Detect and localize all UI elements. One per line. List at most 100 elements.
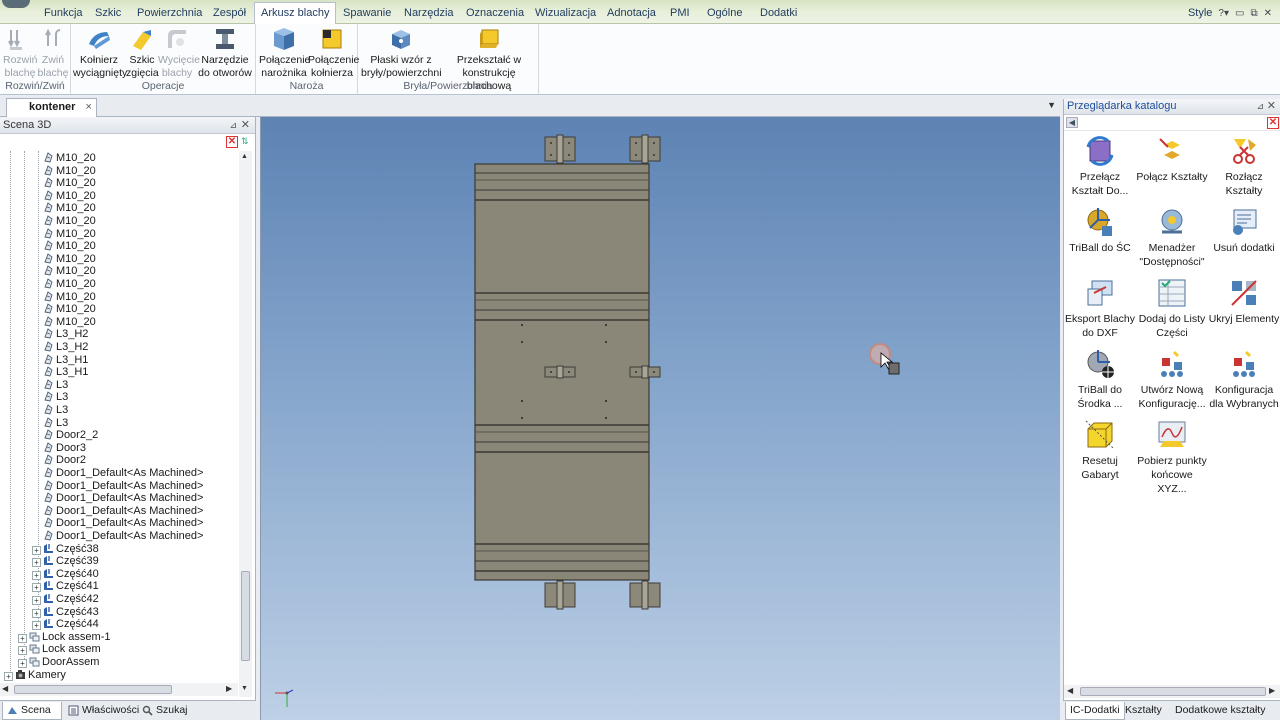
tree-item[interactable]: + Kamery <box>4 669 66 682</box>
pin-icon[interactable]: ⊿ <box>1256 99 1264 114</box>
catalog-horizontal-scrollbar[interactable]: ◀ ▶ <box>1064 685 1280 698</box>
tree-item[interactable]: Door3 <box>32 442 86 455</box>
tree-item[interactable]: + Część40 <box>32 568 99 581</box>
tree-item[interactable]: M10_20 <box>32 177 96 190</box>
tree-item[interactable]: Door1_Default<As Machined> <box>32 517 203 530</box>
expand-icon[interactable]: + <box>18 633 27 643</box>
tab-adnotacja[interactable]: Adnotacja <box>601 4 662 24</box>
scroll-down-icon[interactable]: ▼ <box>241 685 248 692</box>
tree-item[interactable]: M10_20 <box>32 265 96 278</box>
tree-item[interactable]: L3_H2 <box>32 328 88 341</box>
tree-item[interactable]: + Część39 <box>32 555 99 568</box>
tab-oznaczenia[interactable]: Oznaczenia <box>460 4 530 24</box>
tree-item[interactable]: Door1_Default<As Machined> <box>32 467 203 480</box>
tree-item[interactable]: + Część38 <box>32 543 99 556</box>
expand-icon[interactable]: + <box>32 545 41 555</box>
close-icon[interactable]: ✕ <box>1267 99 1276 114</box>
expand-icon[interactable]: + <box>32 621 41 631</box>
catalog-item-split-shapes[interactable]: Rozłącz Kształty <box>1208 135 1280 198</box>
tree-item[interactable]: L3_H1 <box>32 366 88 379</box>
scroll-left-icon[interactable]: ◀ <box>1067 686 1073 695</box>
catalog-item-switch-shape[interactable]: Przełącz Kształt Do... <box>1064 135 1136 198</box>
tab-ksztalty[interactable]: Kształty <box>1121 702 1166 720</box>
latch-right[interactable] <box>629 365 661 379</box>
unfold-button[interactable]: Rozwiń blachę <box>3 26 37 80</box>
latch-left[interactable] <box>544 365 576 379</box>
expand-icon[interactable]: + <box>18 646 27 656</box>
tree-item[interactable]: M10_20 <box>32 278 96 291</box>
restore-icon[interactable]: ⧉ <box>1250 8 1257 19</box>
sheet-cutout-button[interactable]: Wycięcie blachy <box>158 26 200 80</box>
tab-wlasciwosci[interactable]: Właściwości <box>64 702 139 720</box>
tree-vertical-scrollbar[interactable]: ▲ ▼ <box>239 151 252 697</box>
tab-zespol[interactable]: Zespół <box>207 4 252 24</box>
tree-item[interactable]: Door1_Default<As Machined> <box>32 505 203 518</box>
tab-dodatki[interactable]: Dodatki <box>754 4 803 24</box>
tab-pmi[interactable]: PMI <box>664 4 696 24</box>
tab-wizualizacja[interactable]: Wizualizacja <box>529 4 602 24</box>
tab-powierzchnia[interactable]: Powierzchnia <box>131 4 208 24</box>
tree-item[interactable]: M10_20 <box>32 316 96 329</box>
tab-narzedzia[interactable]: Narzędzia <box>398 4 460 24</box>
flange-button[interactable]: Kołnierz wyciągnięty <box>73 26 127 80</box>
scroll-right-icon[interactable]: ▶ <box>226 684 232 693</box>
delete-icon[interactable]: ✕ <box>226 136 238 148</box>
catalog-item-new-config[interactable]: Utwórz Nową Konfigurację... <box>1136 348 1208 411</box>
tab-szkic[interactable]: Szkic <box>89 4 127 24</box>
tab-arkusz-blachy[interactable]: Arkusz blachy <box>254 2 337 24</box>
expand-icon[interactable]: + <box>32 570 41 580</box>
help-icon[interactable]: ?▾ <box>1218 8 1229 19</box>
catalog-item-selected-config[interactable]: Konfiguracja dla Wybranych <box>1208 348 1280 411</box>
tree-item[interactable]: Door2_2 <box>32 429 98 442</box>
tree-item[interactable]: L3 <box>32 404 68 417</box>
expand-icon[interactable]: + <box>32 596 41 605</box>
tree-item[interactable]: + Część41 <box>32 580 99 593</box>
app-logo[interactable] <box>2 0 30 8</box>
tree-item[interactable]: + DoorAssem <box>18 656 99 669</box>
expand-icon[interactable]: + <box>32 608 41 618</box>
tree-item[interactable]: M10_20 <box>32 291 96 304</box>
3d-viewport[interactable] <box>260 117 1060 720</box>
bend-sketch-button[interactable]: Szkic zgięcia <box>126 26 159 80</box>
scroll-up-icon[interactable]: ▲ <box>241 153 248 160</box>
tree-item[interactable]: M10_20 <box>32 152 96 165</box>
expand-icon[interactable]: + <box>4 671 13 681</box>
catalog-item-add-to-parts-list[interactable]: Dodaj do Listy Części <box>1136 277 1208 340</box>
hinge-bottom-left[interactable] <box>544 580 576 610</box>
hinge-top-left[interactable] <box>544 134 576 164</box>
pin-icon[interactable]: ⊿ <box>229 117 237 133</box>
scroll-thumb[interactable] <box>1080 687 1266 696</box>
close-icon[interactable]: ✕ <box>241 117 250 133</box>
scroll-thumb[interactable] <box>241 571 250 661</box>
minimize-icon[interactable]: ▭ <box>1235 8 1244 19</box>
tab-scena-3d[interactable]: Scena 3D <box>2 702 62 720</box>
tree-item[interactable]: L3 <box>32 379 68 392</box>
tree-item[interactable]: Door1_Default<As Machined> <box>32 530 203 543</box>
tree-item[interactable]: M10_20 <box>32 215 96 228</box>
hinge-top-right[interactable] <box>629 134 661 164</box>
scroll-left-icon[interactable]: ◀ <box>2 684 8 693</box>
filter-icon[interactable]: ⇅ <box>241 136 253 148</box>
tree-item[interactable]: Door1_Default<As Machined> <box>32 480 203 493</box>
catalog-item-remove-addins[interactable]: Usuń dodatki <box>1208 206 1280 255</box>
back-icon[interactable]: ◀ <box>1066 117 1078 128</box>
catalog-item-accessibility-manager[interactable]: Menadżer "Dostępności" <box>1136 206 1208 269</box>
model-view[interactable] <box>261 117 1061 720</box>
tree-item[interactable]: L3 <box>32 391 68 404</box>
catalog-item-triball-center[interactable]: TriBall do ŚC <box>1064 206 1136 255</box>
tab-funkcja[interactable]: Funkcja <box>38 4 89 24</box>
expand-icon[interactable]: + <box>18 659 27 668</box>
close-document-icon[interactable]: × <box>85 101 91 113</box>
tree-item[interactable]: M10_20 <box>32 303 96 316</box>
tree-item[interactable]: Door2 <box>32 454 86 467</box>
tree-item[interactable]: M10_20 <box>32 253 96 266</box>
scroll-thumb[interactable] <box>14 685 172 694</box>
tree-item[interactable]: Door1_Default<As Machined> <box>32 492 203 505</box>
fold-button[interactable]: Zwiń blachę <box>36 26 70 80</box>
flange-joint-button[interactable]: Połączenie kołnierza <box>308 26 359 80</box>
delete-icon[interactable]: ✕ <box>1267 117 1279 129</box>
tab-ic-dodatki[interactable]: IC-Dodatki <box>1065 702 1125 720</box>
style-menu[interactable]: Style <box>1188 7 1212 19</box>
tab-szukaj[interactable]: Szukaj <box>138 702 188 720</box>
chevron-down-icon[interactable]: ▼ <box>1047 100 1056 110</box>
